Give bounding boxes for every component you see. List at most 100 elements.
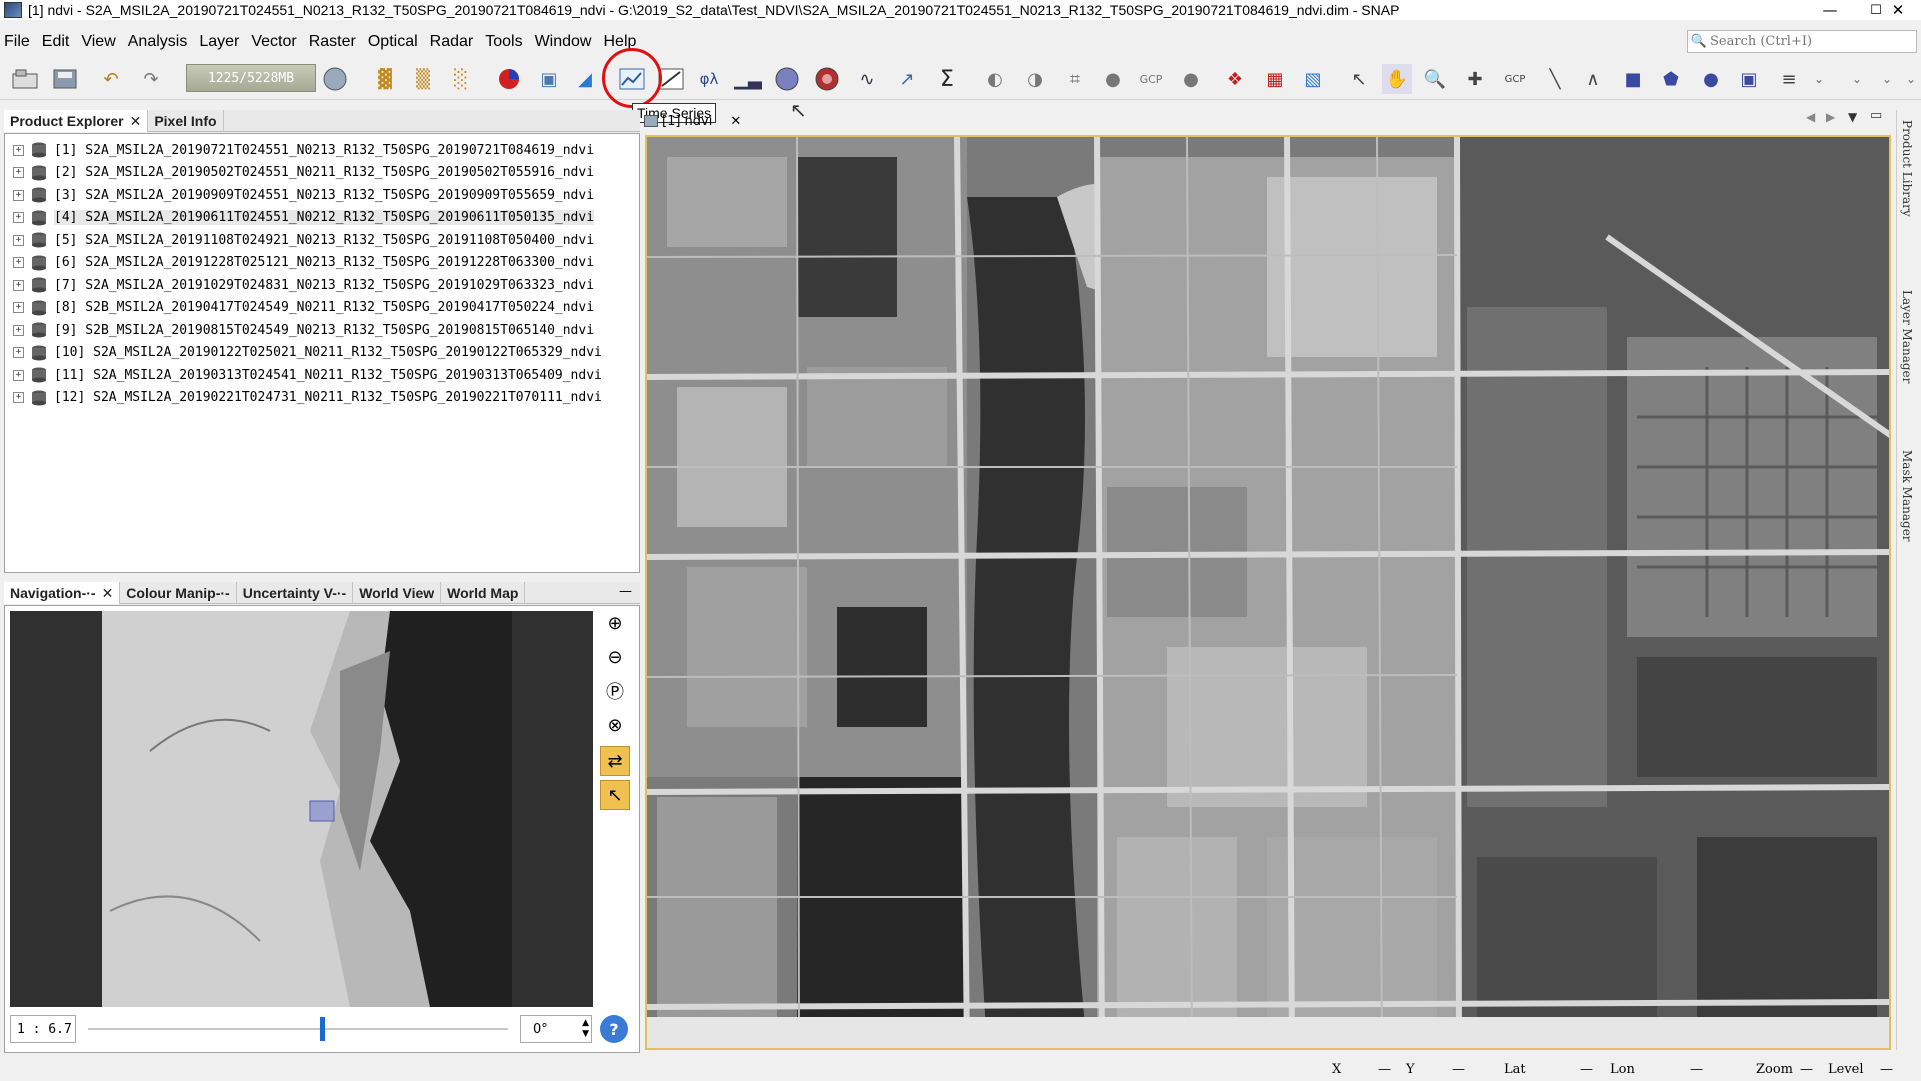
world-wind-icon[interactable]: ◢ (570, 64, 600, 94)
line-tool-icon[interactable]: ╲ (1540, 64, 1570, 94)
maximize-view-icon[interactable]: ▭ (1870, 108, 1882, 123)
expand-icon[interactable]: + (13, 189, 24, 201)
scale-field[interactable]: 1 : 6.7 (10, 1015, 76, 1043)
sync-views-icon[interactable]: ▧ (1298, 64, 1328, 94)
expand-icon[interactable]: + (13, 167, 24, 178)
pin-manager-icon[interactable]: ◑ (1020, 64, 1050, 94)
pan-tool-icon[interactable]: ✋ (1382, 64, 1412, 94)
expand-icon[interactable]: + (13, 234, 24, 246)
insert-vector-icon[interactable]: ▣ (1734, 64, 1764, 94)
scatter-plot-icon[interactable]: ∿ (852, 64, 882, 94)
product-tree-item[interactable]: + [1] S2A_MSIL2A_20190721T024551_N0213_R1… (13, 140, 594, 160)
pin-placing-icon[interactable]: ● (1098, 64, 1128, 94)
product-tree-item[interactable]: + [9] S2B_MSIL2A_20190815T024549_N0213_R1… (13, 320, 594, 340)
memory-indicator[interactable]: 1225/5228MB (186, 64, 316, 92)
menu-analysis[interactable]: Analysis (128, 33, 188, 51)
gcp-tool-icon[interactable]: GCP (1500, 64, 1530, 94)
tab-colour-manipulation[interactable]: Colour Manip-·- (120, 582, 237, 604)
menu-edit[interactable]: Edit (42, 33, 70, 51)
angle-spinner-icon[interactable]: ▲ ▼ (582, 1018, 589, 1040)
undo-icon[interactable]: ↶ (96, 64, 126, 94)
zoom-out-icon[interactable]: ⊖ (600, 642, 630, 672)
ndvi-image-view[interactable] (645, 135, 1891, 1050)
expand-icon[interactable]: + (13, 392, 24, 403)
mask-manager-tab[interactable]: Mask Manager (1900, 450, 1914, 542)
sync-cursor-toggle-icon[interactable]: ↖ (600, 780, 630, 810)
close-icon[interactable]: ✕ (730, 114, 741, 129)
product-tree-item[interactable]: + [2] S2A_MSIL2A_20190502T024551_N0211_R1… (13, 163, 594, 183)
tab-navigation[interactable]: Navigation-·- ✕ (4, 582, 121, 604)
layers-icon[interactable]: ▣ (534, 64, 564, 94)
redo-icon[interactable]: ↷ (136, 64, 166, 94)
vector-data-icon[interactable]: ● (1176, 64, 1206, 94)
product-tree-item[interactable]: + [10] S2A_MSIL2A_20190122T025021_N0211_R… (13, 343, 602, 363)
navigation-overview-image[interactable] (10, 611, 593, 1007)
layer-manager-tab[interactable]: Layer Manager (1900, 290, 1914, 383)
information-icon[interactable] (772, 64, 802, 94)
search-input[interactable] (1710, 34, 1910, 49)
band-maths-icon[interactable]: ▓ (370, 64, 400, 94)
expand-icon[interactable]: + (13, 279, 24, 291)
ellipse-tool-icon[interactable]: ● (1696, 64, 1726, 94)
gc-globe-icon[interactable] (320, 64, 350, 94)
spectrum-icon[interactable]: φλ (694, 64, 724, 94)
correlative-plot-icon[interactable]: ↗ (892, 64, 922, 94)
toolbar-more-chevron-icon[interactable]: ⌄ (1842, 64, 1872, 94)
expand-icon[interactable]: + (13, 347, 24, 358)
tab-scroll-left-icon[interactable]: ◀ (1806, 110, 1815, 124)
graticule-icon[interactable]: ⌗ (1060, 64, 1090, 94)
menu-layer[interactable]: Layer (199, 33, 239, 51)
tab-scroll-right-icon[interactable]: ▶ (1826, 110, 1835, 124)
rotation-angle-field[interactable]: 0° ▲ ▼ (520, 1015, 592, 1043)
tab-world-view[interactable]: World View (353, 582, 442, 604)
toolbar-overflow-chevron-icon[interactable]: ⌄ (1804, 64, 1834, 94)
expand-icon[interactable]: + (13, 369, 24, 381)
pin-tool-icon[interactable]: ✚ (1460, 64, 1490, 94)
product-tree-item[interactable]: + [6] S2A_MSIL2A_20191228T025121_N0213_R1… (13, 253, 594, 273)
close-icon[interactable]: ✕ (130, 113, 142, 130)
menu-tools[interactable]: Tools (485, 33, 522, 51)
image-view-tab[interactable]: [1] ndvi ✕ (644, 110, 764, 132)
subset-icon[interactable]: ▒ (408, 64, 438, 94)
save-product-icon[interactable] (50, 64, 80, 94)
polygon-tool-icon[interactable]: ⬟ (1656, 64, 1686, 94)
help-icon[interactable]: ? (600, 1015, 628, 1043)
menu-optical[interactable]: Optical (368, 33, 418, 51)
product-tree-item[interactable]: + [5] S2A_MSIL2A_20191108T024921_N0213_R1… (13, 230, 594, 250)
zoom-slider-thumb[interactable] (320, 1017, 325, 1041)
expand-icon[interactable]: + (13, 257, 24, 268)
menu-window[interactable]: Window (535, 33, 592, 51)
product-tree-item[interactable]: + [8] S2B_MSIL2A_20190417T024549_N0211_R1… (13, 298, 594, 318)
tab-world-map[interactable]: World Map (441, 582, 526, 604)
select-tool-icon[interactable]: ↖ (1344, 64, 1374, 94)
zoom-pixel-icon[interactable]: Ⓟ (600, 676, 630, 706)
product-tree-item[interactable]: + [3] S2A_MSIL2A_20190909T024551_N0213_R1… (13, 185, 594, 205)
sync-views-toggle-icon[interactable]: ⇄ (600, 746, 630, 776)
zoom-tool-icon[interactable]: 🔍 (1420, 64, 1450, 94)
pixel-geo-icon[interactable]: ❖ (1220, 64, 1250, 94)
mosaic-icon[interactable]: ░ (446, 64, 476, 94)
expand-icon[interactable]: + (13, 302, 24, 313)
mask-area-icon[interactable]: ◐ (980, 64, 1010, 94)
minimize-panel-button[interactable]: — (619, 584, 632, 599)
statistics-sigma-icon[interactable]: Σ (932, 64, 962, 94)
rgb-image-icon[interactable] (494, 64, 524, 94)
menu-raster[interactable]: Raster (309, 33, 356, 51)
product-tree-item[interactable]: + [4] S2A_MSIL2A_20190611T024551_N0212_R1… (13, 208, 595, 228)
product-tree-item[interactable]: + [7] S2A_MSIL2A_20191029T024831_N0213_R1… (13, 275, 594, 295)
product-tree-item[interactable]: + [11] S2A_MSIL2A_20190313T024541_N0211_R… (13, 365, 602, 385)
range-finder-icon[interactable]: ≡ (1774, 64, 1804, 94)
menu-file[interactable]: File (4, 33, 30, 51)
tab-product-explorer[interactable]: Product Explorer ✕ (4, 110, 149, 132)
minimize-button[interactable]: — (1807, 0, 1853, 20)
zoom-slider-track[interactable] (88, 1028, 508, 1030)
menu-view[interactable]: View (81, 33, 115, 51)
expand-icon[interactable]: + (13, 324, 24, 336)
rectangle-tool-icon[interactable]: ■ (1618, 64, 1648, 94)
toolbar-end-chevron-icon[interactable]: ⌄ (1896, 64, 1921, 94)
zoom-all-icon[interactable]: ⊗ (600, 710, 630, 740)
close-button[interactable]: ✕ (1875, 0, 1921, 20)
product-tree-item[interactable]: + [12] S2A_MSIL2A_20190221T024731_N0211_R… (13, 388, 602, 408)
zoom-in-icon[interactable]: ⊕ (600, 608, 630, 638)
menu-radar[interactable]: Radar (430, 33, 474, 51)
